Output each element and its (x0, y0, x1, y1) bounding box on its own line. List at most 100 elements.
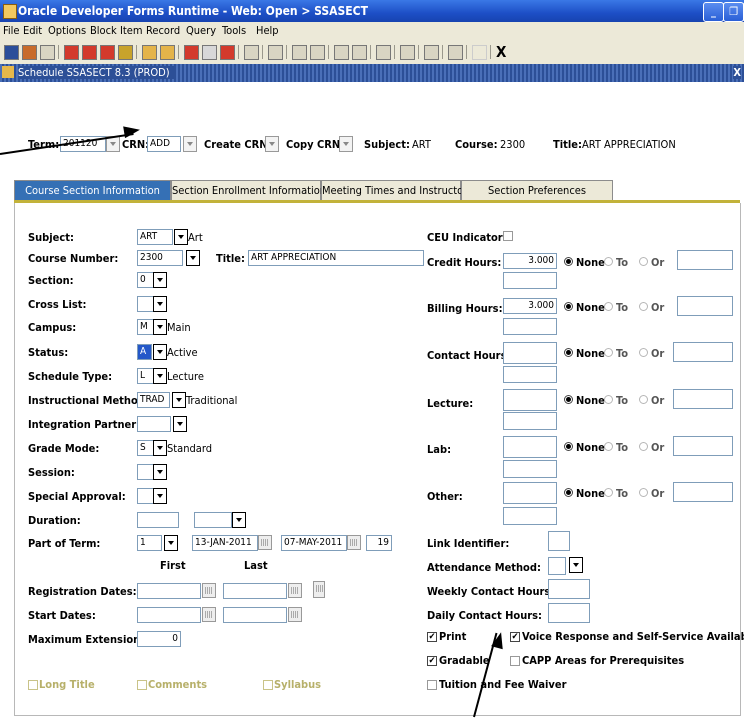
menu-options[interactable]: Options (48, 24, 86, 37)
menu-record[interactable]: Record (146, 24, 180, 37)
special-approval-dropdown[interactable] (153, 488, 167, 504)
billing-hours-high-field[interactable] (677, 296, 733, 316)
other-field[interactable] (503, 482, 557, 504)
delete-record-icon[interactable] (220, 45, 235, 60)
rollback-icon[interactable] (22, 45, 37, 60)
tab-section-preferences[interactable]: Section Preferences (461, 180, 613, 201)
help-icon[interactable] (448, 45, 463, 60)
lab-to-radio[interactable] (604, 442, 613, 451)
part-of-term-start-field[interactable]: 13-JAN-2011 (192, 535, 258, 551)
registration-dates-editor-icon[interactable] (313, 581, 325, 598)
options-icon[interactable] (400, 45, 415, 60)
print-checkbox[interactable]: ✔ (427, 632, 437, 642)
import-icon[interactable] (352, 45, 367, 60)
start-first-field[interactable] (137, 607, 201, 623)
tab-section-enrollment-information[interactable]: Section Enrollment Information (171, 180, 326, 201)
contact-hours-high-field[interactable] (673, 342, 733, 362)
calendar-icon[interactable] (288, 583, 302, 598)
crn-dropdown[interactable] (183, 136, 197, 152)
menu-query[interactable]: Query (186, 24, 216, 37)
comments-checkbox[interactable] (137, 680, 147, 690)
menu-edit[interactable]: Edit (23, 24, 42, 37)
crn-field[interactable]: ADD (147, 136, 181, 152)
instructional-method-dropdown[interactable] (172, 392, 186, 408)
attendance-method-dropdown[interactable] (569, 557, 583, 573)
save-icon[interactable] (4, 45, 19, 60)
credit-hours-high-field[interactable] (677, 250, 733, 270)
weekly-contact-hours-field[interactable] (548, 579, 590, 599)
insert-record-icon[interactable] (184, 45, 199, 60)
contact-hours-none-radio[interactable] (564, 348, 573, 357)
lecture-extra-field[interactable] (503, 412, 557, 430)
lab-or-radio[interactable] (639, 442, 648, 451)
execute-query-icon[interactable] (160, 45, 175, 60)
calendar-icon[interactable] (258, 535, 272, 550)
other-high-field[interactable] (673, 482, 733, 502)
report-icon[interactable] (268, 45, 283, 60)
integration-partner-dropdown[interactable] (173, 416, 187, 432)
voice-response-checkbox[interactable]: ✔ (510, 632, 520, 642)
credit-hours-extra-field[interactable] (503, 272, 557, 289)
status-dropdown[interactable] (153, 344, 167, 360)
attendance-method-field[interactable] (548, 557, 566, 575)
syllabus-checkbox[interactable] (263, 680, 273, 690)
section-dropdown[interactable] (153, 272, 167, 288)
calendar-icon[interactable] (202, 583, 216, 598)
lecture-to-radio[interactable] (604, 395, 613, 404)
print-icon[interactable] (40, 45, 55, 60)
contact-hours-to-radio[interactable] (604, 348, 613, 357)
menu-tools[interactable]: Tools (222, 24, 246, 37)
enter-query-icon[interactable] (142, 45, 157, 60)
bookmark-icon[interactable] (424, 45, 439, 60)
other-or-radio[interactable] (639, 488, 648, 497)
lecture-or-radio[interactable] (639, 395, 648, 404)
next-block-icon[interactable] (82, 45, 97, 60)
contact-hours-extra-field[interactable] (503, 366, 557, 383)
remove-record-icon[interactable] (202, 45, 217, 60)
maximize-button[interactable]: ❐ (723, 2, 744, 22)
grade-mode-dropdown[interactable] (153, 440, 167, 456)
duration-unit-dropdown[interactable] (232, 512, 246, 528)
copy-crn-button[interactable] (339, 136, 353, 152)
calendar-icon[interactable] (288, 607, 302, 622)
billing-hours-to-radio[interactable] (604, 302, 613, 311)
ceu-indicator-checkbox[interactable] (503, 231, 513, 241)
gradable-checkbox[interactable]: ✔ (427, 656, 437, 666)
credit-hours-or-radio[interactable] (639, 257, 648, 266)
title-field[interactable]: ART APPRECIATION (248, 250, 424, 266)
export-icon[interactable] (334, 45, 349, 60)
link-identifier-field[interactable] (548, 531, 570, 551)
menu-file[interactable]: File (3, 24, 19, 37)
start-last-field[interactable] (223, 607, 287, 623)
next-record-icon[interactable] (118, 45, 133, 60)
status-field[interactable]: A (137, 344, 152, 360)
fields-icon[interactable] (310, 45, 325, 60)
subject-field[interactable]: ART (137, 229, 173, 245)
billing-hours-or-radio[interactable] (639, 302, 648, 311)
exit-button[interactable]: X (496, 43, 506, 61)
course-number-field[interactable]: 2300 (137, 250, 183, 266)
other-extra-field[interactable] (503, 507, 557, 525)
close-form-button[interactable]: X (733, 66, 741, 79)
session-dropdown[interactable] (153, 464, 167, 480)
create-crn-button[interactable] (265, 136, 279, 152)
lecture-field[interactable] (503, 389, 557, 411)
duration-field[interactable] (137, 512, 179, 528)
lecture-high-field[interactable] (673, 389, 733, 409)
part-of-term-end-field[interactable]: 07-MAY-2011 (281, 535, 347, 551)
course-number-dropdown[interactable] (186, 250, 200, 266)
duration-unit-field[interactable] (194, 512, 232, 528)
lecture-none-radio[interactable] (564, 395, 573, 404)
tab-course-section-information[interactable]: Course Section Information (14, 180, 171, 201)
other-none-radio[interactable] (564, 488, 573, 497)
credit-hours-none-radio[interactable] (564, 257, 573, 266)
capp-areas-checkbox[interactable] (510, 656, 520, 666)
previous-block-icon[interactable] (64, 45, 79, 60)
minimize-button[interactable]: _ (703, 2, 724, 22)
contact-hours-field[interactable] (503, 342, 557, 364)
previous-record-icon[interactable] (100, 45, 115, 60)
other-to-radio[interactable] (604, 488, 613, 497)
billing-hours-extra-field[interactable] (503, 318, 557, 335)
view-icon[interactable] (292, 45, 307, 60)
credit-hours-field[interactable]: 3.000 (503, 253, 557, 269)
